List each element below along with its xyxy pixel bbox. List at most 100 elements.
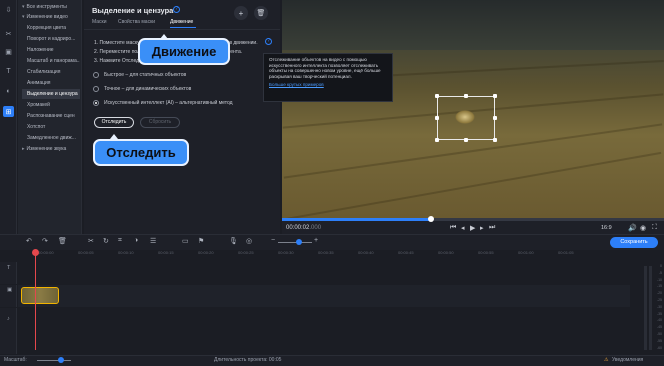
option-fast[interactable]: Быстрое – для статичных объектов bbox=[93, 71, 186, 79]
option-ai[interactable]: Искусственный интеллект (AI) – альтернат… bbox=[93, 99, 233, 107]
step-forward-icon[interactable]: ▸ bbox=[480, 224, 484, 232]
resize-handle[interactable] bbox=[435, 138, 439, 142]
ruler-tick-label: 00:00:00 bbox=[38, 250, 54, 255]
ruler-tick-label: 00:01:00 bbox=[518, 250, 534, 255]
tool-item[interactable]: Хотспот bbox=[22, 122, 80, 132]
ai-tooltip: Отслеживание объектов на видео с помощью… bbox=[263, 53, 393, 102]
option-label: Искусственный интеллект (AI) – альтернат… bbox=[104, 100, 233, 106]
active-tab-indicator bbox=[170, 27, 196, 28]
tools-group-audio[interactable]: ▸ Изменение звука bbox=[22, 144, 80, 154]
save-button[interactable]: Сохранить bbox=[610, 237, 658, 248]
play-icon[interactable]: ▶ bbox=[470, 224, 475, 232]
tool-item[interactable]: Коррекция цвета bbox=[22, 23, 80, 33]
import-icon[interactable]: ⇩ bbox=[3, 4, 14, 15]
audio-track[interactable] bbox=[18, 308, 630, 354]
split-icon[interactable]: ↻ bbox=[103, 237, 109, 245]
zoom-in-icon[interactable]: + bbox=[314, 237, 318, 244]
option-precise[interactable]: Точное – для динамических объектов bbox=[93, 85, 191, 93]
fullscreen-icon[interactable]: ⛶ bbox=[652, 224, 657, 232]
transitions-icon[interactable]: ▣ bbox=[3, 46, 14, 57]
scale-handle[interactable] bbox=[58, 357, 64, 363]
monitor-icon[interactable]: ▭ bbox=[182, 237, 189, 245]
aspect-ratio[interactable]: 16:9 bbox=[601, 225, 612, 231]
playhead-handle[interactable] bbox=[32, 249, 39, 256]
resize-handle[interactable] bbox=[464, 138, 468, 142]
ruler-tick-label: 00:00:50 bbox=[438, 250, 454, 255]
undo-icon[interactable]: ↶ bbox=[26, 237, 32, 245]
track-head-text: T bbox=[0, 262, 17, 284]
tools-group-video[interactable]: ▾ Изменение видео bbox=[22, 12, 80, 22]
chevron-down-icon: ▾ bbox=[22, 14, 25, 20]
help-icon[interactable]: ? bbox=[173, 6, 180, 13]
reset-button[interactable]: Сбросить bbox=[140, 117, 180, 128]
delete-icon[interactable]: 🗑 bbox=[58, 237, 67, 245]
video-clip[interactable] bbox=[21, 287, 59, 304]
tool-item[interactable]: Поворот и кадриро... bbox=[22, 34, 80, 44]
color-icon[interactable]: ◑ bbox=[134, 237, 138, 244]
ruler-tick-label: 00:00:20 bbox=[198, 250, 214, 255]
list-icon[interactable]: ☰ bbox=[150, 237, 156, 245]
step-back-icon[interactable]: ◂ bbox=[461, 224, 465, 232]
redo-icon[interactable]: ↷ bbox=[42, 237, 48, 245]
flag-icon[interactable]: ⚑ bbox=[198, 237, 204, 245]
filters-icon[interactable]: ◐ bbox=[3, 86, 14, 97]
text-track-icon: T bbox=[7, 265, 11, 271]
resize-handle[interactable] bbox=[464, 94, 468, 98]
callout-motion: Движение bbox=[138, 38, 230, 65]
zoom-slider[interactable] bbox=[278, 242, 312, 243]
seek-handle[interactable] bbox=[427, 216, 434, 222]
next-icon[interactable]: ⏭ bbox=[489, 224, 495, 232]
video-track[interactable] bbox=[18, 285, 630, 307]
tool-item[interactable]: Стабилизация bbox=[22, 67, 80, 77]
track-button[interactable]: Отследить bbox=[94, 117, 134, 128]
tools-all[interactable]: ▾ Все инструменты bbox=[22, 2, 80, 12]
text-track[interactable] bbox=[18, 262, 630, 284]
cut-icon[interactable]: ✂ bbox=[88, 237, 94, 245]
tools-icon[interactable]: ✂ bbox=[3, 28, 14, 39]
tool-item[interactable]: Хромакей bbox=[22, 100, 80, 110]
zoom-handle[interactable] bbox=[296, 239, 302, 245]
text-icon[interactable]: T bbox=[3, 66, 14, 77]
panel-title: Выделение и цензура bbox=[92, 6, 174, 15]
resize-handle[interactable] bbox=[493, 116, 497, 120]
tab-motion[interactable]: Движение bbox=[170, 19, 193, 25]
playhead[interactable] bbox=[35, 250, 36, 350]
mic-icon[interactable]: 🎙 bbox=[229, 237, 238, 245]
tool-item[interactable]: Масштаб и панорама... bbox=[22, 56, 80, 66]
crop-icon[interactable]: ⌗ bbox=[118, 237, 122, 245]
prev-icon[interactable]: ⏮ bbox=[450, 224, 456, 232]
tool-item[interactable]: Анимация bbox=[22, 78, 80, 88]
time-frac: 000 bbox=[311, 225, 322, 231]
volume-icon[interactable]: 🔊 bbox=[628, 224, 637, 232]
add-mask-button[interactable]: + bbox=[234, 6, 248, 20]
tool-item[interactable]: Наложение bbox=[22, 45, 80, 55]
resize-handle[interactable] bbox=[493, 138, 497, 142]
scale-slider[interactable] bbox=[37, 360, 71, 361]
vu-label: -50 bbox=[656, 332, 662, 336]
info-icon[interactable]: ? bbox=[265, 38, 272, 45]
mask-box[interactable] bbox=[435, 94, 497, 142]
snapshot-icon[interactable]: ◉ bbox=[640, 224, 646, 232]
option-label: Точное – для динамических объектов bbox=[104, 86, 192, 92]
callout-track: Отследить bbox=[93, 139, 189, 166]
delete-mask-button[interactable]: 🗑 bbox=[254, 6, 268, 20]
vu-label: -10 bbox=[656, 277, 662, 282]
resize-handle[interactable] bbox=[435, 94, 439, 98]
resize-handle[interactable] bbox=[493, 94, 497, 98]
tab-masks[interactable]: Маски bbox=[92, 19, 106, 25]
tool-item[interactable]: Замедленное движ... bbox=[22, 133, 80, 143]
resize-handle[interactable] bbox=[435, 116, 439, 120]
ruler-tick-label: 00:00:15 bbox=[158, 250, 174, 255]
radio-selected-icon bbox=[93, 100, 99, 106]
notifications-link[interactable]: Уведомления bbox=[612, 357, 643, 363]
ruler-tick-label: 00:00:25 bbox=[238, 250, 254, 255]
tool-item-selected[interactable]: Выделение и цензура bbox=[22, 89, 80, 99]
zoom-out-icon[interactable]: − bbox=[271, 237, 275, 244]
chevron-down-icon: ▾ bbox=[22, 4, 25, 10]
tab-mask-properties[interactable]: Свойства маски bbox=[118, 19, 155, 25]
record-icon[interactable]: ◎ bbox=[246, 237, 252, 245]
tooltip-text: Отслеживание объектов на видео с помощью… bbox=[269, 57, 381, 79]
tool-item[interactable]: Распознавание сцен bbox=[22, 111, 80, 121]
apps-icon[interactable]: ⊞ bbox=[3, 106, 14, 117]
tooltip-link[interactable]: Больше крутых примеров bbox=[269, 82, 387, 87]
